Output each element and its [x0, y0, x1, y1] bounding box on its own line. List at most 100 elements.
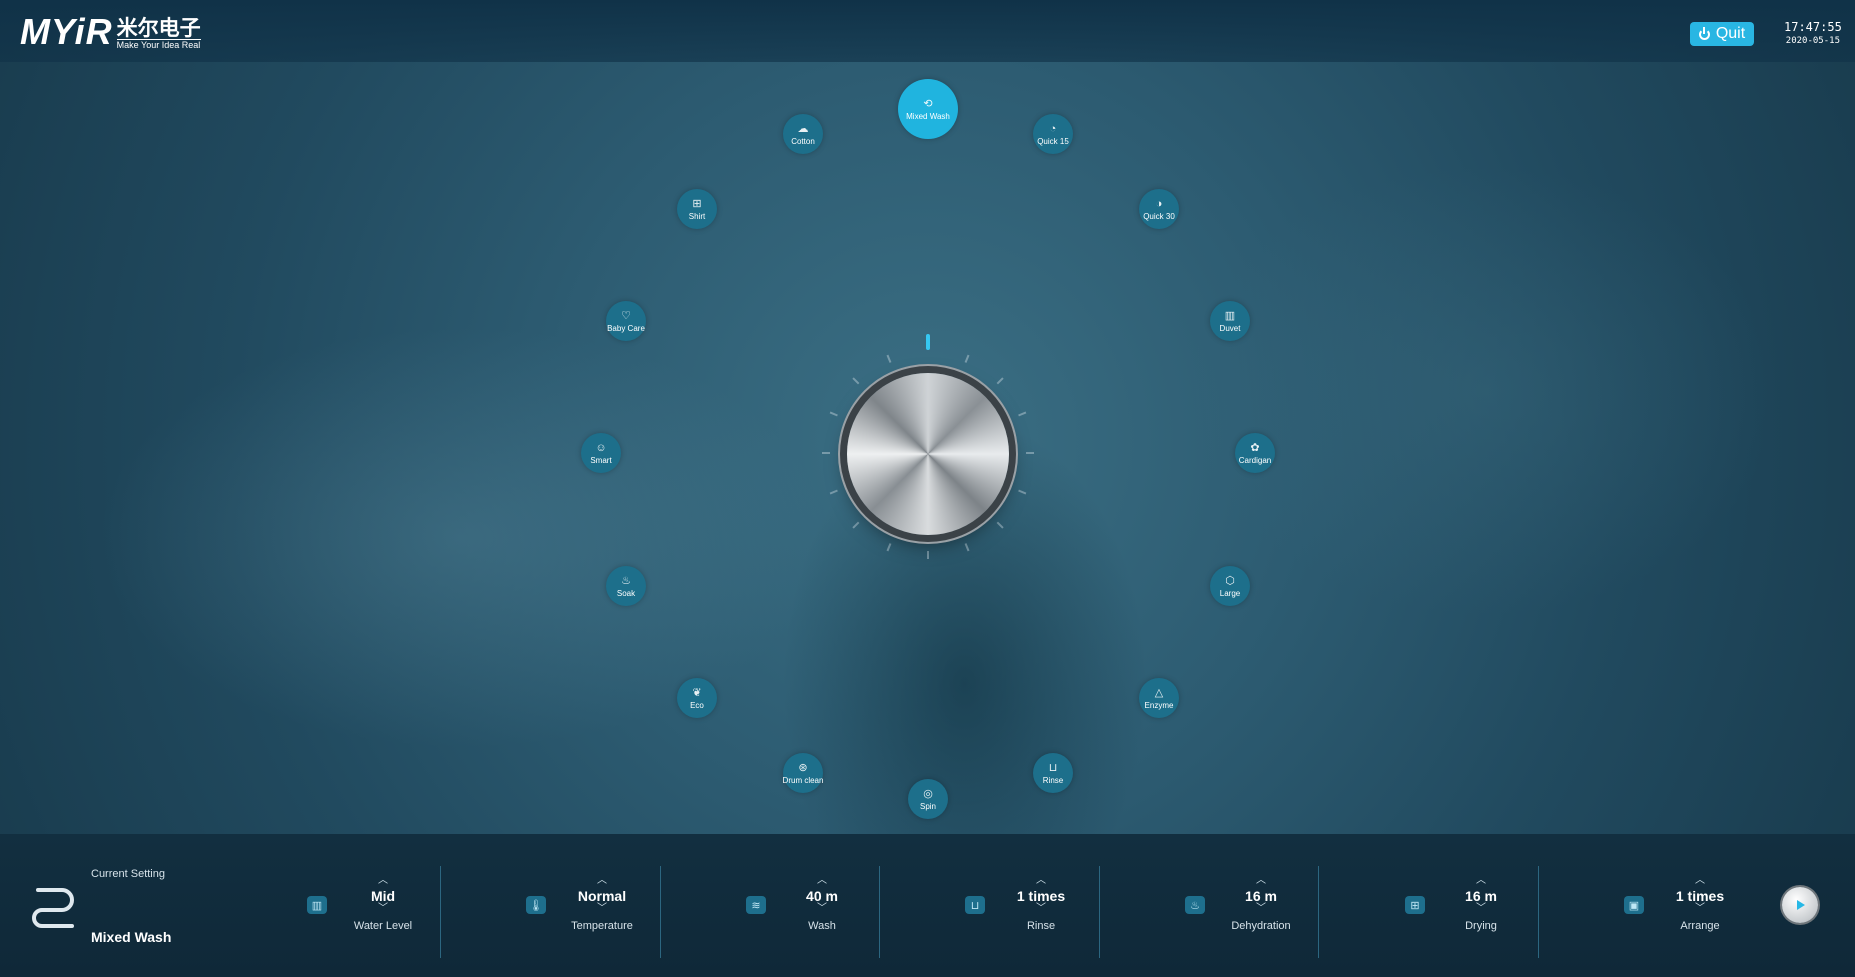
drying-down-button[interactable]: ﹀ [1473, 904, 1489, 914]
rinse-value: 1 times [1016, 888, 1066, 904]
settings-divider [1538, 866, 1539, 958]
dehydration-label: Dehydration [1231, 920, 1291, 932]
program-mixed-wash[interactable]: ⟲ Mixed Wash [898, 79, 958, 139]
knob-tick [964, 354, 970, 363]
program-soak[interactable]: ♨ Soak [606, 566, 646, 606]
wash-down-button[interactable]: ﹀ [814, 904, 830, 914]
mixed-wash-large-icon [32, 888, 74, 928]
soak-icon: ♨ [621, 574, 631, 587]
duvet-icon: ▥ [1224, 309, 1236, 322]
program-eco[interactable]: ❦ Eco [677, 678, 717, 718]
setting-rinse: ⊔ ︿ 1 times ﹀ Rinse [928, 876, 1138, 940]
clock-date: 2020-05-15 [1785, 36, 1840, 46]
arrange-value: 1 times [1675, 888, 1725, 904]
wash-tub-icon: ≋ [746, 896, 766, 914]
settings-divider [1099, 866, 1100, 958]
knob-tick [852, 377, 860, 385]
program-large[interactable]: ⬡ Large [1210, 566, 1250, 606]
dehydration-icon: ♨ [1185, 896, 1205, 914]
wash-up-button[interactable]: ︿ [814, 876, 830, 886]
program-quick-30[interactable]: ◑ Quick 30 [1139, 189, 1179, 229]
drum-clean-icon: ⊛ [798, 761, 808, 774]
power-icon [1698, 26, 1710, 40]
setting-temperature: 🌡 ︿ Normal ﹀ Temperature [489, 876, 699, 940]
temperature-label: Temperature [571, 920, 633, 932]
play-icon [1797, 900, 1805, 910]
knob-tick [829, 411, 838, 417]
arrange-down-button[interactable]: ﹀ [1692, 904, 1708, 914]
logo-chinese-text: 米尔电子 [116, 17, 201, 40]
knob-tick [886, 354, 892, 363]
water-level-value: Mid [370, 888, 396, 904]
quit-button[interactable]: Quit [1690, 22, 1754, 46]
program-shirt[interactable]: ⊞ Shirt [677, 189, 717, 229]
spin-icon: ◎ [923, 787, 933, 800]
quick-15-icon: ◔ [1049, 122, 1057, 135]
knob-tick [996, 521, 1004, 529]
program-drum-clean[interactable]: ⊛ Drum clean [783, 753, 823, 793]
program-baby-care[interactable]: ♡ Baby Care [606, 301, 646, 341]
rinse-label: Rinse [1026, 920, 1056, 932]
temperature-value: Normal [577, 888, 627, 904]
dehydration-up-button[interactable]: ︿ [1253, 876, 1269, 886]
program-rinse[interactable]: ⊔ Rinse [1033, 753, 1073, 793]
arrange-up-button[interactable]: ︿ [1692, 876, 1708, 886]
knob-tick [1018, 411, 1027, 417]
knob-tick [1018, 489, 1027, 495]
wash-label: Wash [808, 920, 836, 932]
cardigan-icon: ✿ [1250, 441, 1260, 454]
rinse-down-button[interactable]: ﹀ [1033, 904, 1049, 914]
settings-divider [1318, 866, 1319, 958]
wash-value: 40 m [806, 888, 838, 904]
top-bar: MYiR 米尔电子 Make Your Idea Real Quit 17:47… [0, 0, 1855, 62]
temperature-down-button[interactable]: ﹀ [594, 904, 610, 914]
thermometer-icon: 🌡 [526, 896, 546, 914]
knob-tick [852, 521, 860, 529]
setting-dehydration: ♨ ︿ 16 m ﹀ Dehydration [1148, 876, 1358, 940]
program-cardigan[interactable]: ✿ Cardigan [1235, 433, 1275, 473]
logo-tagline: Make Your Idea Real [116, 39, 201, 50]
knob-tick [829, 489, 838, 495]
knob-tick [996, 377, 1004, 385]
program-enzyme[interactable]: △ Enzyme [1139, 678, 1179, 718]
knob-position-indicator [926, 334, 930, 350]
program-spin[interactable]: ◎ Spin [908, 779, 948, 819]
eco-icon: ❦ [692, 686, 702, 699]
program-quick-15[interactable]: ◔ Quick 15 [1033, 114, 1073, 154]
drying-label: Drying [1465, 920, 1497, 932]
drying-shirt-icon: ⊞ [1405, 896, 1425, 914]
baby-care-icon: ♡ [621, 309, 631, 322]
settings-divider [879, 866, 880, 958]
settings-divider [440, 866, 441, 958]
start-button[interactable] [1782, 887, 1818, 923]
water-level-down-button[interactable]: ﹀ [375, 904, 391, 914]
knob-tick [886, 543, 892, 552]
program-smart[interactable]: ☺ Smart [581, 433, 621, 473]
mixed-wash-icon: ⟲ [923, 97, 933, 110]
program-duvet[interactable]: ▥ Duvet [1210, 301, 1250, 341]
water-level-icon: ▥ [307, 896, 327, 914]
program-cotton[interactable]: ☁ Cotton [783, 114, 823, 154]
clock-time: 17:47:55 [1784, 20, 1842, 34]
logo-text: MYiR [20, 11, 113, 52]
rinse-up-button[interactable]: ︿ [1033, 876, 1049, 886]
cotton-icon: ☁ [797, 122, 809, 135]
temperature-up-button[interactable]: ︿ [594, 876, 610, 886]
enzyme-icon: △ [1154, 686, 1164, 699]
quick-30-icon: ◑ [1155, 197, 1163, 210]
knob-tick [964, 543, 970, 552]
drying-value: 16 m [1465, 888, 1497, 904]
shirt-icon: ⊞ [692, 197, 702, 210]
drying-up-button[interactable]: ︿ [1473, 876, 1489, 886]
current-program-name: Mixed Wash [91, 929, 172, 945]
setting-wash: ≋ ︿ 40 m ﹀ Wash [709, 876, 919, 940]
arrange-icon: ▣ [1624, 896, 1644, 914]
dehydration-value: 16 m [1245, 888, 1277, 904]
water-level-label: Water Level [353, 920, 413, 932]
smart-icon: ☺ [595, 441, 607, 454]
water-level-up-button[interactable]: ︿ [375, 876, 391, 886]
dehydration-down-button[interactable]: ﹀ [1253, 904, 1269, 914]
program-dial-knob[interactable] [847, 373, 1009, 535]
quit-label: Quit [1715, 25, 1746, 42]
setting-water-level: ▥ ︿ Mid ﹀ Water Level [270, 876, 480, 940]
